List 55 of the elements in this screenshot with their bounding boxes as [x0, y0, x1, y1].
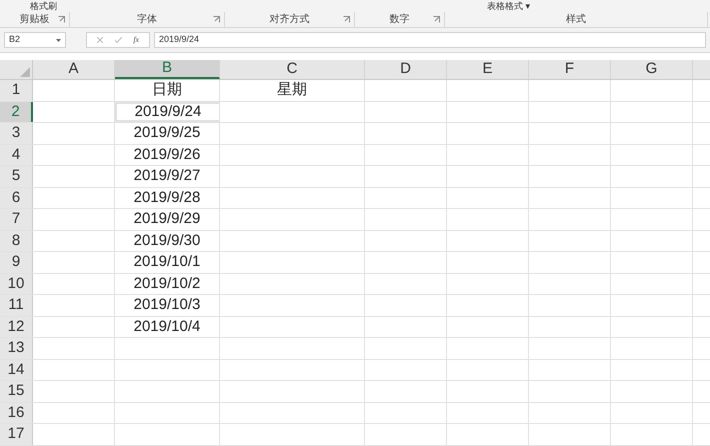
dialog-launcher-icon[interactable] — [213, 16, 220, 23]
column-header[interactable]: B — [115, 60, 220, 79]
table-cell-text: 星期 — [277, 80, 307, 100]
column-header[interactable]: D — [365, 60, 447, 79]
table-cell-text: 2019/10/4 — [134, 316, 200, 336]
row-header[interactable]: 15 — [0, 381, 33, 402]
corner-triangle-icon — [20, 67, 30, 77]
table-cell-text: 2019/10/1 — [134, 252, 200, 272]
table-cell-text: 2019/10/2 — [134, 274, 200, 294]
column-header[interactable]: C — [220, 60, 365, 79]
row-header[interactable]: 14 — [0, 360, 33, 380]
row-header[interactable]: 11 — [0, 295, 33, 316]
dialog-launcher-icon[interactable] — [58, 16, 65, 23]
column-header[interactable]: E — [447, 60, 529, 79]
ribbon-group-label: 字体 — [137, 12, 157, 27]
row-header[interactable]: 6 — [0, 188, 33, 208]
name-box[interactable]: B2 — [4, 32, 66, 48]
dialog-launcher-icon[interactable] — [433, 16, 440, 23]
column-header[interactable]: F — [529, 60, 611, 79]
ribbon-group-label: 样式 — [566, 12, 586, 27]
cancel-icon[interactable] — [96, 37, 103, 43]
ribbon-group-label: 数字 — [390, 12, 410, 27]
row-header[interactable]: 13 — [0, 338, 33, 358]
table-cell-text: 2019/9/24 — [134, 102, 202, 122]
ribbon-group-label: 对齐方式 — [270, 12, 310, 27]
row-header[interactable]: 7 — [0, 209, 33, 230]
table-cell-text: 2019/9/30 — [134, 230, 200, 250]
table-format-button[interactable]: 表格格式 ▾ — [487, 1, 531, 11]
row-header[interactable]: 16 — [0, 402, 33, 423]
row-header[interactable]: 5 — [0, 166, 33, 186]
selected-cell[interactable]: 2019/9/24 — [115, 102, 220, 122]
row-header[interactable]: 4 — [0, 144, 33, 165]
ribbon-group-label: 剪贴板 — [20, 12, 50, 27]
table-cell-text: 2019/9/26 — [134, 144, 200, 164]
dropdown-icon — [56, 38, 61, 42]
row-header[interactable]: 2 — [0, 102, 33, 122]
row-header[interactable]: 10 — [0, 274, 33, 294]
table-cell-text: 2019/9/28 — [134, 188, 200, 208]
row-header[interactable]: 1 — [0, 80, 33, 100]
insert-function-button[interactable]: fx — [133, 34, 140, 46]
format-painter-button[interactable]: 格式刷 — [30, 1, 57, 11]
dialog-launcher-icon[interactable] — [343, 16, 350, 23]
row-header[interactable]: 3 — [0, 123, 33, 144]
row-header[interactable]: 8 — [0, 230, 33, 251]
table-cell-text: 2019/9/27 — [134, 166, 200, 186]
row-header[interactable]: 17 — [0, 424, 33, 444]
column-header[interactable]: G — [611, 60, 693, 79]
table-cell-text: 2019/9/29 — [134, 209, 200, 229]
table-cell-text: 2019/9/25 — [134, 123, 200, 143]
formula-input[interactable]: 2019/9/24 — [154, 32, 706, 48]
row-header[interactable]: 12 — [0, 316, 33, 337]
enter-icon[interactable] — [114, 37, 122, 43]
table-cell-text: 日期 — [152, 80, 182, 100]
row-header[interactable]: 9 — [0, 252, 33, 272]
table-cell-text: 2019/10/3 — [134, 295, 200, 315]
